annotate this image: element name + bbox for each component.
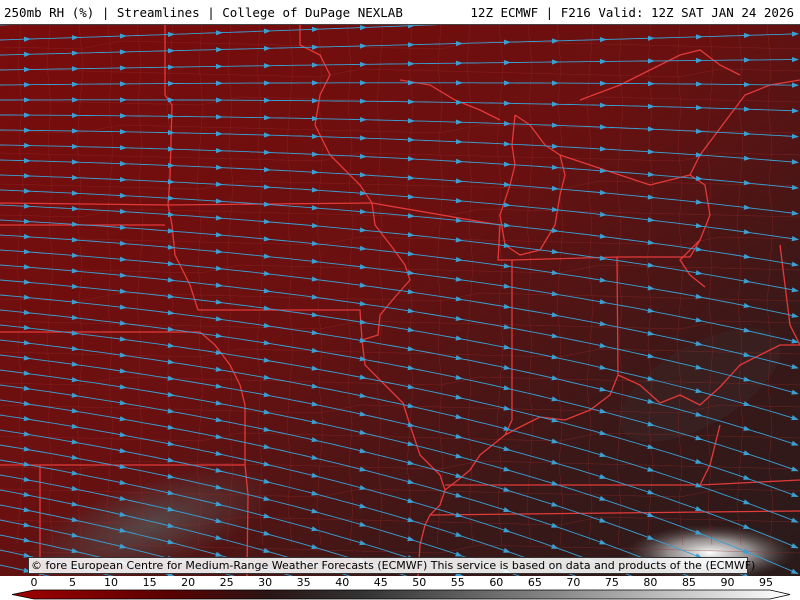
colorbar-tick-label: 65 [527, 576, 542, 589]
colorbar-tick-label: 25 [219, 576, 234, 589]
colorbar-tick-label: 90 [720, 576, 735, 589]
colorbar-tick-label: 95 [759, 576, 773, 589]
colorbar-tick-label: 55 [450, 576, 465, 589]
colorbar-tick-label: 15 [142, 576, 157, 589]
colorbar-tick-label: 30 [258, 576, 273, 589]
colorbar-tick-label: 40 [335, 576, 350, 589]
colorbar-tick-label: 0 [30, 576, 38, 589]
colorbar-tick-label: 60 [489, 576, 504, 589]
colorbar-tick-label: 80 [643, 576, 658, 589]
colorbar-tick-label: 35 [296, 576, 311, 589]
colorbar-tick-label: 20 [181, 576, 196, 589]
colorbar-tick-label: 45 [373, 576, 388, 589]
valid-time: 12Z ECMWF | F216 Valid: 12Z SAT JAN 24 2… [470, 5, 794, 20]
colorbar-tick-label: 75 [604, 576, 619, 589]
colorbar-tick-label: 70 [566, 576, 581, 589]
colorbar-tick-label: 5 [69, 576, 77, 589]
colorbar-tick-label: 50 [412, 576, 427, 589]
colorbar-tick-label: 10 [104, 576, 119, 589]
colorbar-tick-label: 85 [681, 576, 696, 589]
copyright-text: © fore European Centre for Medium-Range … [31, 559, 756, 572]
copyright-notice: © fore European Centre for Medium-Range … [28, 557, 755, 574]
header-bar: 250mb RH (%) | Streamlines | College of … [0, 0, 800, 25]
weather-map [0, 25, 800, 576]
colorbar-ramp [11, 589, 791, 600]
product-title: 250mb RH (%) | Streamlines | College of … [4, 5, 403, 20]
colorbar: 0 5 10 15 20 25 30 35 40 45 50 55 60 65 70 75 80 85 90 95 [0, 576, 800, 600]
